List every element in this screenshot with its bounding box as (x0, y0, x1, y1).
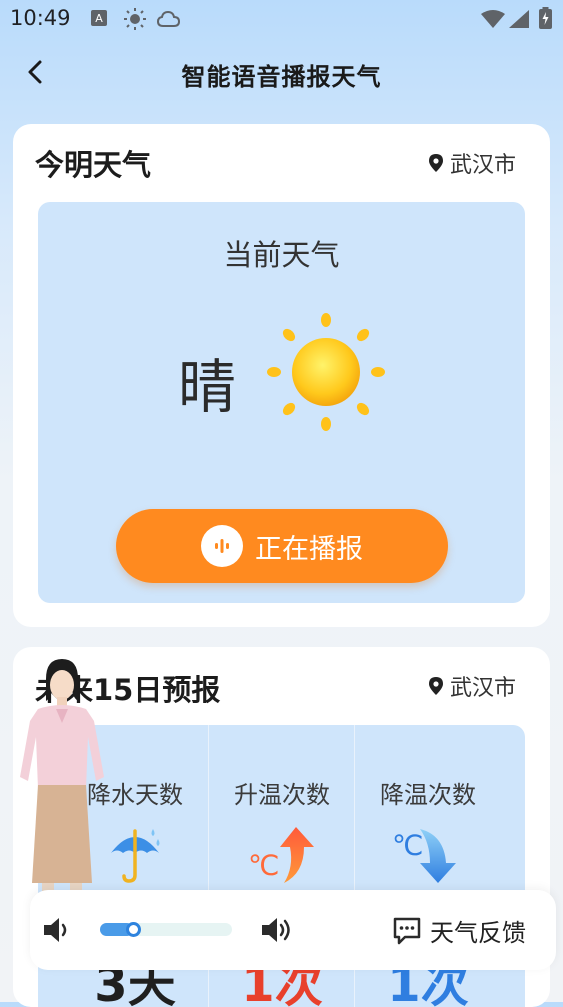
current-weather-panel: 当前天气 晴 正在播报 (38, 202, 525, 603)
presenter-avatar (16, 657, 108, 893)
volume-slider-knob[interactable] (126, 922, 141, 937)
forecast-location-selector[interactable]: 武汉市 (428, 670, 516, 702)
volume-down-button[interactable] (42, 916, 72, 948)
location-pin-icon (428, 154, 443, 172)
feedback-label: 天气反馈 (430, 919, 526, 947)
keyboard-a-icon: A (91, 10, 107, 30)
stat-label: 升温次数 (234, 781, 330, 809)
location-label: 武汉市 (449, 153, 516, 178)
page-title: 智能语音播报天气 (181, 63, 382, 91)
location-pin-icon (428, 677, 443, 695)
sun-status-icon (124, 8, 146, 34)
wifi-icon (481, 10, 505, 32)
audio-player-bar: 天气反馈 (30, 890, 556, 970)
speaker-low-icon (44, 918, 67, 942)
forecast-location-label: 武汉市 (449, 676, 516, 701)
svg-text:℃: ℃ (248, 849, 279, 882)
header: 智能语音播报天气 (0, 44, 563, 100)
cloud-status-icon (156, 9, 181, 33)
signal-icon (509, 10, 529, 32)
stat-label: 降温次数 (380, 781, 476, 809)
temperature-up-icon: ℃ (209, 823, 355, 887)
chat-feedback-icon (393, 917, 421, 944)
battery-icon (539, 7, 552, 33)
sunny-icon (266, 312, 386, 436)
temperature-down-icon: ℃ (355, 823, 501, 887)
current-weather-label: 当前天气 (223, 238, 340, 272)
weather-feedback-button[interactable]: 天气反馈 (392, 913, 526, 948)
today-card-title: 今明天气 (35, 148, 152, 182)
today-weather-card: 今明天气 武汉市 当前天气 晴 正在播报 (13, 124, 550, 627)
status-time: 10:49 (10, 6, 71, 30)
volume-up-button[interactable] (260, 916, 294, 948)
location-selector[interactable]: 武汉市 (428, 147, 516, 179)
volume-slider[interactable] (100, 922, 232, 937)
speaker-high-icon (262, 918, 290, 942)
broadcast-label: 正在播报 (255, 533, 363, 565)
svg-text:A: A (95, 12, 103, 25)
voice-wave-icon (201, 525, 243, 567)
svg-text:℃: ℃ (392, 829, 423, 862)
weather-condition: 晴 (178, 353, 237, 421)
broadcast-button[interactable]: 正在播报 (116, 509, 448, 583)
status-bar: 10:49 A (0, 0, 563, 38)
